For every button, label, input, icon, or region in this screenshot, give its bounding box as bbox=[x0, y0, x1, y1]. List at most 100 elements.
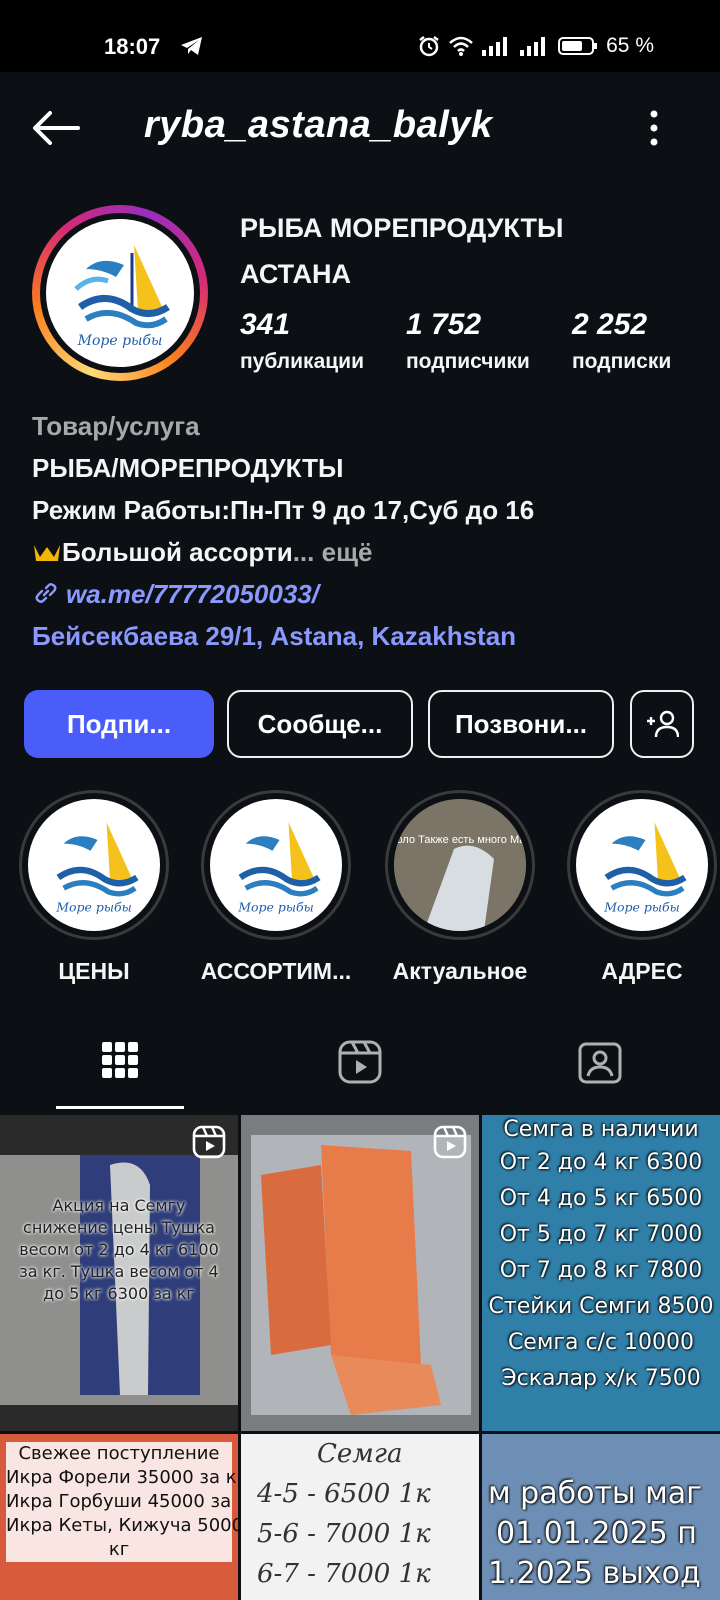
tab-reels[interactable] bbox=[240, 1030, 480, 1112]
bio-line-2: Режим Работы:Пн-Пт 9 до 17,Суб до 16 bbox=[32, 495, 535, 525]
action-buttons: Подпи... Сообще... Позвони... bbox=[24, 690, 704, 760]
highlight-logo: Море рыбы bbox=[28, 799, 160, 931]
avatar-logo-text: Море рыбы bbox=[77, 333, 163, 349]
tagged-icon bbox=[578, 1042, 622, 1084]
active-tab-indicator bbox=[56, 1106, 184, 1109]
highlight-assortment[interactable]: Море рыбы АССОРТИМ... bbox=[196, 790, 356, 985]
highlight-logo: Море рыбы bbox=[576, 799, 708, 931]
bio-link[interactable]: wa.me/77772050033/ bbox=[32, 573, 702, 615]
post-tile[interactable]: Семга 4-5 - 6500 1к 5-6 - 7000 1к 6-7 - … bbox=[241, 1434, 479, 1600]
bio-line-3: Большой ассорти... ещё bbox=[32, 531, 702, 573]
signal-icon bbox=[482, 37, 508, 56]
post-caviar-text: Свежее поступление Икра Форели 35000 за … bbox=[6, 1442, 238, 1562]
battery-icon bbox=[558, 37, 598, 55]
post-tile[interactable]: Акция на Семгу снижение цены Тушка весом… bbox=[0, 1115, 238, 1431]
bio-line-3-text: Большой ассорти bbox=[62, 537, 293, 567]
posts-grid: Акция на Семгу снижение цены Тушка весом… bbox=[0, 1115, 720, 1600]
post-tile[interactable]: Свежее поступление Икра Форели 35000 за … bbox=[0, 1434, 238, 1600]
post-line: Икра Форели 35000 за кг bbox=[6, 1467, 238, 1488]
post-tile[interactable]: м работы маг 01.01.2025 п 1.2025 выход bbox=[482, 1434, 720, 1600]
post-line: 4-5 - 6500 1к bbox=[257, 1479, 431, 1509]
profile-full-name: РЫБА МОРЕПРОДУКТЫ АСТАНА bbox=[240, 213, 564, 289]
post-line: От 2 до 4 кг 6300 bbox=[499, 1150, 703, 1175]
alarm-icon bbox=[419, 36, 439, 57]
reels-icon bbox=[338, 1040, 382, 1084]
profile-bio: Товар/услуга РЫБА/МОРЕПРОДУКТЫ Режим Раб… bbox=[32, 405, 702, 657]
post-line: 5-6 - 7000 1к bbox=[257, 1519, 431, 1549]
highlight-ring: Море рыбы bbox=[567, 790, 717, 940]
post-price-list: Семга в наличии От 2 до 4 кг 6300 От 4 д… bbox=[482, 1115, 720, 1397]
link-icon bbox=[35, 583, 57, 603]
tab-tagged[interactable] bbox=[480, 1030, 720, 1112]
battery-percent: 65 % bbox=[606, 34, 654, 57]
post-line: 6-7 - 7000 1к bbox=[257, 1559, 431, 1589]
post-tile[interactable] bbox=[241, 1115, 479, 1431]
stat-posts[interactable]: 341 публикации bbox=[240, 308, 364, 374]
post-line: Стейки Семги 8500 bbox=[488, 1294, 714, 1319]
highlight-logo: Море рыбы bbox=[210, 799, 342, 931]
highlight-ring: Море рыбы bbox=[201, 790, 351, 940]
highlight-label: ЦЕНЫ bbox=[58, 958, 130, 984]
highlight-prices[interactable]: Море рыбы ЦЕНЫ bbox=[14, 790, 174, 985]
highlight-ring: Море рыбы bbox=[19, 790, 169, 940]
highlight-logo-text: Море рыбы bbox=[603, 899, 680, 914]
status-bar: 18:07 65 % bbox=[0, 0, 720, 72]
post-line: От 5 до 7 кг 7000 bbox=[499, 1222, 703, 1247]
highlight-label: АДРЕС bbox=[601, 958, 683, 984]
post-tile[interactable]: Семга в наличии От 2 до 4 кг 6300 От 4 д… bbox=[482, 1115, 720, 1431]
post-line: кг bbox=[108, 1539, 130, 1560]
profile-avatar[interactable]: Море рыбы bbox=[32, 205, 208, 381]
stat-following[interactable]: 2 252 подписки bbox=[572, 308, 671, 374]
status-time: 18:07 bbox=[104, 34, 161, 59]
logo-image: Море рыбы bbox=[74, 245, 170, 349]
highlight-logo-text: Море рыбы bbox=[55, 899, 132, 914]
post-line: Семга bbox=[317, 1439, 403, 1469]
post-line: От 4 до 5 кг 6500 bbox=[499, 1186, 703, 1211]
status-icons: 65 % bbox=[418, 34, 654, 58]
post-line: От 7 до 8 кг 7800 bbox=[499, 1258, 703, 1283]
post-line: м работы маг bbox=[488, 1476, 702, 1511]
profile-stats: 341 публикации 1 752 подписчики 2 252 по… bbox=[240, 308, 700, 388]
stat-followers-label: подписчики bbox=[406, 350, 530, 373]
profile-tabs bbox=[0, 1030, 720, 1112]
reel-icon bbox=[192, 1125, 226, 1159]
story-highlights: Море рыбы ЦЕНЫ Море рыбы АССОРТИМ... кол… bbox=[0, 790, 720, 990]
back-arrow-icon[interactable] bbox=[32, 110, 80, 146]
stat-posts-value: 341 bbox=[240, 308, 291, 341]
highlight-actual[interactable]: а за кг ка весит около Также есть много … bbox=[380, 790, 540, 985]
post-line: 01.01.2025 п bbox=[496, 1516, 697, 1551]
post-line: Икра Горбуши 45000 за кг bbox=[6, 1491, 238, 1512]
message-button[interactable]: Сообще... bbox=[227, 690, 413, 758]
profile-header: ryba_astana_balyk bbox=[0, 72, 720, 188]
suggested-users-button[interactable] bbox=[630, 690, 694, 758]
follow-button[interactable]: Подпи... bbox=[24, 690, 214, 758]
post-handwritten: Семга 4-5 - 6500 1к 5-6 - 7000 1к 6-7 - … bbox=[241, 1434, 479, 1594]
post-line: Семга с/с 10000 bbox=[507, 1330, 695, 1355]
bio-ellipsis: ... bbox=[292, 537, 315, 567]
bio-more-link[interactable]: ещё bbox=[322, 537, 373, 567]
call-button[interactable]: Позвони... bbox=[428, 690, 614, 758]
more-options-icon[interactable] bbox=[642, 108, 666, 148]
post-line: Икра Кеты, Кижуча 50000 bbox=[6, 1515, 238, 1536]
post-hours-text: м работы маг 01.01.2025 п 1.2025 выход bbox=[482, 1474, 720, 1594]
highlight-ring: а за кг ка весит около Также есть много … bbox=[385, 790, 535, 940]
crown-icon bbox=[34, 545, 60, 561]
post-line: 1.2025 выход bbox=[488, 1556, 701, 1591]
signal-icon-2 bbox=[520, 37, 546, 56]
highlight-label: АССОРТИМ... bbox=[200, 958, 352, 984]
grid-icon bbox=[102, 1042, 138, 1078]
post-line: Эскалар х/к 7500 bbox=[501, 1366, 701, 1391]
stat-followers[interactable]: 1 752 подписчики bbox=[406, 308, 530, 374]
wifi-icon bbox=[449, 36, 473, 56]
stat-following-label: подписки bbox=[572, 350, 672, 373]
telegram-icon bbox=[181, 37, 202, 55]
highlight-label: Актуальное bbox=[392, 958, 528, 984]
avatar-logo: Море рыбы bbox=[46, 219, 194, 367]
highlight-photo-text: а за кг ка весит около Также есть много … bbox=[394, 834, 526, 846]
bio-address[interactable]: Бейсекбаева 29/1, Astana, Kazakhstan bbox=[32, 615, 702, 657]
tab-grid[interactable] bbox=[0, 1030, 240, 1112]
highlight-address[interactable]: Море рыбы АДРЕС bbox=[562, 790, 720, 985]
highlight-photo: а за кг ка весит около Также есть много … bbox=[394, 799, 526, 931]
stat-posts-label: публикации bbox=[240, 350, 364, 373]
stat-followers-value: 1 752 bbox=[406, 308, 482, 341]
